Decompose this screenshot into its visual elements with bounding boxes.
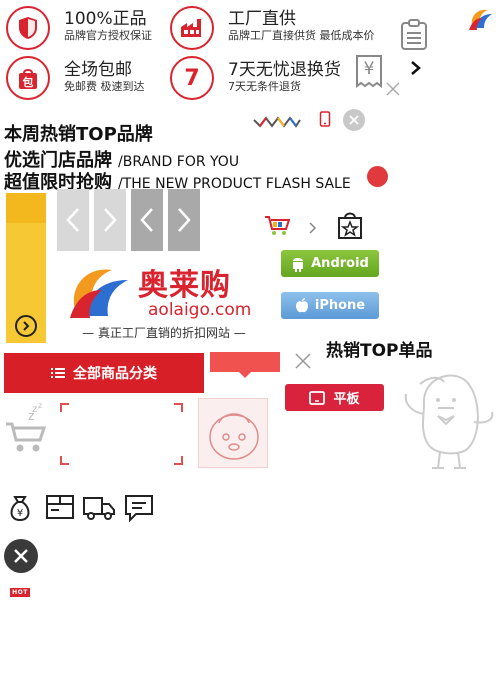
promise-returns: 7天无忧退换货 7天无条件退货 xyxy=(228,60,341,94)
brand-logo-small xyxy=(466,6,496,34)
chevron-right-icon xyxy=(104,208,117,232)
promise-factory-title: 工厂直供 xyxy=(228,9,296,29)
seven-day-returns-icon: 7 xyxy=(170,56,214,100)
factory-icon xyxy=(170,6,214,50)
shipping-badge-text: 包 xyxy=(22,76,34,89)
money-bag-icon[interactable]: ¥ xyxy=(6,494,34,526)
android-button-label: Android xyxy=(311,256,369,271)
iphone-button-label: iPhone xyxy=(314,298,366,313)
chevron-right-icon xyxy=(178,208,191,232)
hot-top-items-heading: 热销TOP单品 xyxy=(326,341,433,361)
promise-shipping-title: 全场包邮 xyxy=(64,60,132,80)
apple-icon xyxy=(295,297,308,312)
hot-badge: HOT xyxy=(10,588,30,597)
close-x-small-icon[interactable] xyxy=(386,81,400,100)
shopping-cart-color-icon[interactable] xyxy=(264,215,291,241)
android-icon xyxy=(293,257,304,272)
promise-factory: 工厂直供 品牌工厂直接供货 最低成本价 xyxy=(228,9,375,43)
weekly-top-brands-heading: 本周热销TOP品牌 xyxy=(4,124,153,145)
chevron-left-icon xyxy=(140,208,153,232)
chevron-right-small-icon[interactable] xyxy=(309,219,317,238)
tablet-category-button[interactable]: 平板 xyxy=(285,384,384,411)
carousel-next-dark-button[interactable] xyxy=(168,189,200,251)
promise-factory-subtitle: 品牌工厂直接供货 最低成本价 xyxy=(228,29,375,42)
genuine-shield-icon xyxy=(6,6,50,50)
all-categories-button[interactable]: 全部商品分类 xyxy=(4,353,204,393)
carousel-prev-light-button[interactable] xyxy=(57,189,89,251)
promise-shipping: 全场包邮 免邮费 极速到达 xyxy=(64,60,145,94)
close-circle-dark-icon[interactable] xyxy=(4,539,38,573)
empty-cart-sleeping-icon: z z z xyxy=(4,400,50,460)
tablet-button-label: 平板 xyxy=(333,392,360,407)
all-categories-label: 全部商品分类 xyxy=(73,366,157,382)
mobile-phone-icon[interactable] xyxy=(319,111,331,131)
delivery-truck-icon[interactable] xyxy=(82,494,116,526)
promise-returns-subtitle: 7天无条件退货 xyxy=(228,80,301,93)
chat-bubble-icon[interactable] xyxy=(124,494,154,526)
red-dot-indicator xyxy=(367,166,388,187)
svg-text:z: z xyxy=(38,401,42,410)
android-download-button[interactable]: Android xyxy=(281,250,379,277)
brand-name-cn: 奥莱购 xyxy=(138,268,231,303)
scan-frame xyxy=(60,403,183,465)
yellow-side-tab[interactable] xyxy=(6,193,46,343)
chevron-right-icon[interactable] xyxy=(410,60,422,80)
returns-badge-text: 7 xyxy=(184,65,200,91)
tablet-icon xyxy=(309,390,326,405)
mascot-illustration xyxy=(400,364,498,472)
carousel-prev-dark-button[interactable] xyxy=(131,189,163,251)
open-box-icon[interactable] xyxy=(45,494,75,524)
iphone-download-button[interactable]: iPhone xyxy=(281,292,379,319)
promise-genuine-subtitle: 品牌官方授权保证 xyxy=(64,29,152,42)
wave-icon xyxy=(252,112,302,134)
aolaigo-brand-logo: 奥莱购 aolaigo.com — 真正工厂直销的折扣网站 — xyxy=(66,260,266,350)
promise-returns-title: 7天无忧退换货 xyxy=(228,60,341,80)
receipt-yen-icon: ¥ xyxy=(354,54,384,88)
carousel-next-light-button[interactable] xyxy=(94,189,126,251)
star-bag-icon[interactable] xyxy=(337,210,363,244)
brand-domain: aolaigo.com xyxy=(148,300,252,320)
clipboard-icon[interactable] xyxy=(400,19,428,55)
close-circle-gray-icon[interactable] xyxy=(343,109,365,131)
close-x-thin-icon[interactable] xyxy=(295,353,311,373)
money-bag-yen: ¥ xyxy=(17,508,23,519)
mascot-thumbnail xyxy=(198,398,268,468)
list-menu-icon xyxy=(51,368,65,378)
red-dropdown-tab[interactable] xyxy=(210,352,280,378)
chevron-left-icon xyxy=(66,208,79,232)
shopping-bag-icon: 包 xyxy=(6,56,50,100)
svg-text:z: z xyxy=(28,409,34,423)
yen-symbol: ¥ xyxy=(363,59,375,79)
arrow-circle-right-icon[interactable] xyxy=(15,315,37,337)
brand-tagline: — 真正工厂直销的折扣网站 — xyxy=(82,326,246,340)
promise-genuine: 100%正品 品牌官方授权保证 xyxy=(64,9,152,43)
promise-genuine-title: 100%正品 xyxy=(64,9,147,29)
promise-shipping-subtitle: 免邮费 极速到达 xyxy=(64,80,145,93)
